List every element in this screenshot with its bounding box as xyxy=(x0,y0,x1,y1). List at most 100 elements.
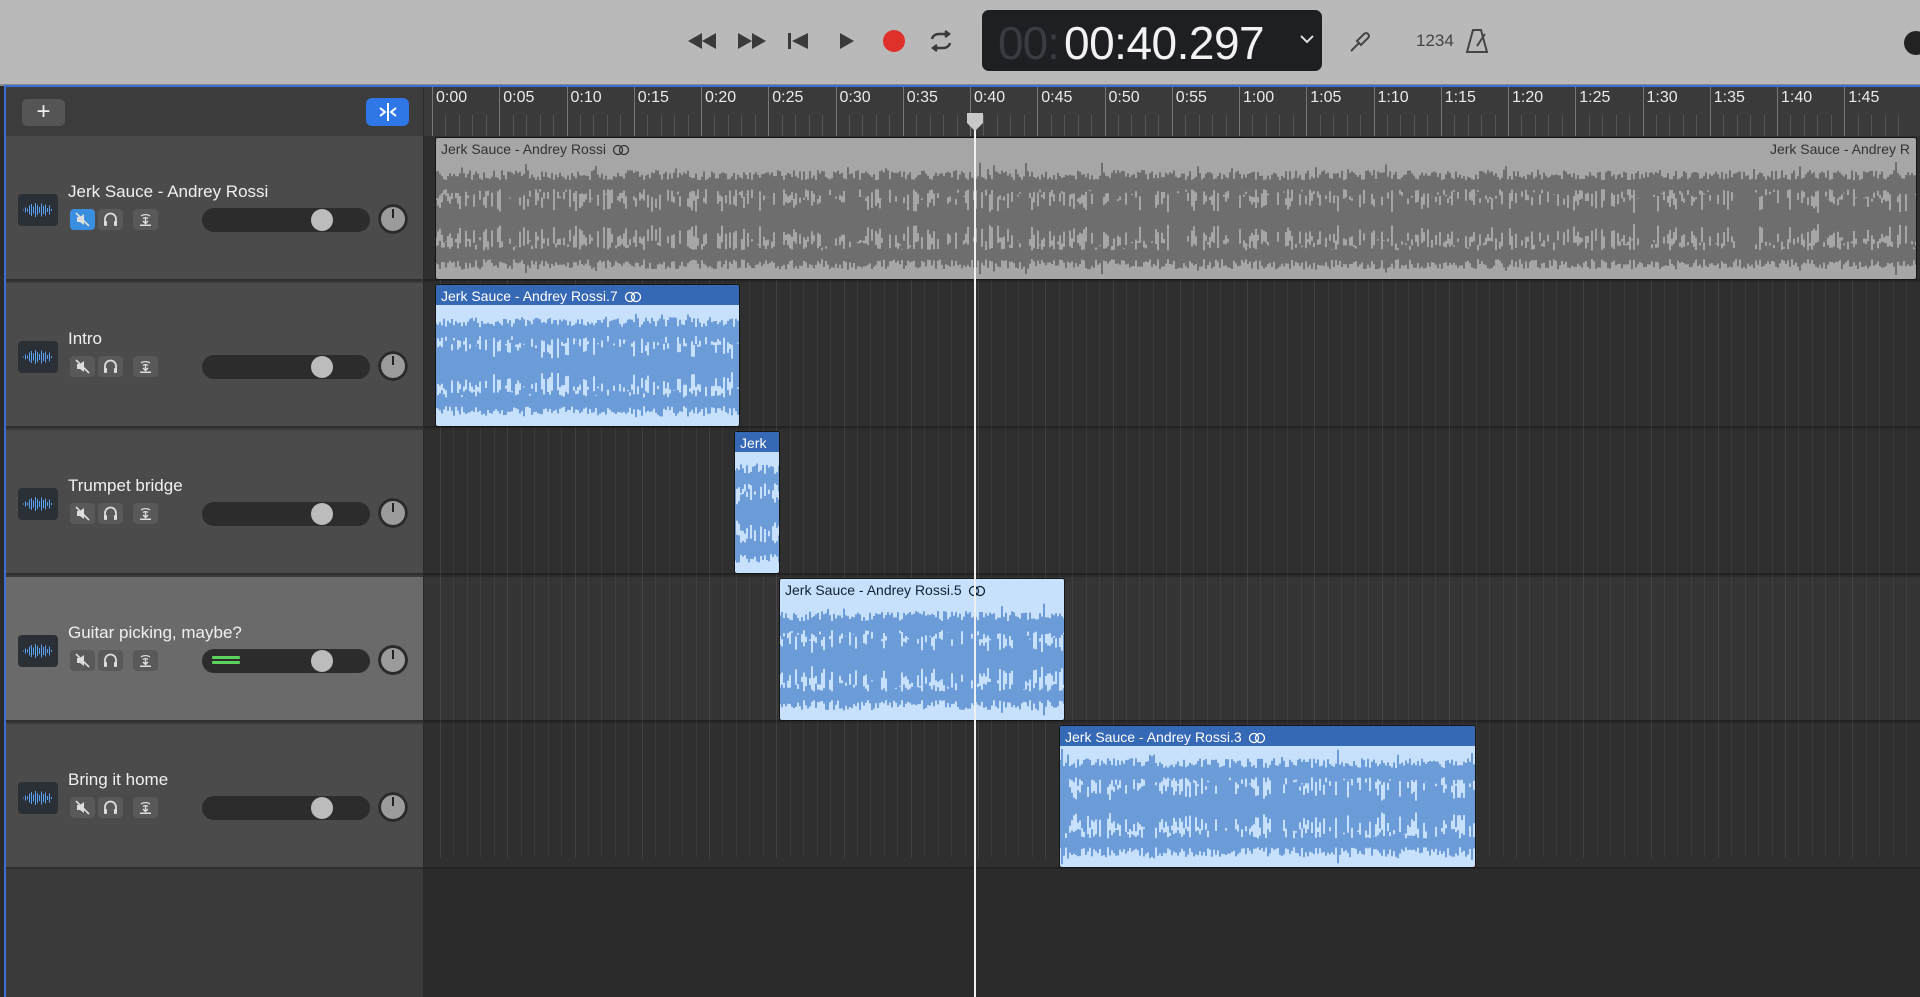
ruler-minor-tick xyxy=(1481,115,1483,136)
solo-button[interactable] xyxy=(98,356,123,377)
ruler-tick xyxy=(902,87,904,136)
input-monitor-button[interactable] xyxy=(133,650,158,671)
track-name[interactable]: Bring it home xyxy=(68,770,168,790)
ruler-minor-tick xyxy=(795,115,797,136)
pan-knob[interactable] xyxy=(378,204,408,234)
solo-button[interactable] xyxy=(98,503,123,524)
track-icon[interactable] xyxy=(18,341,58,373)
ruler-minor-tick xyxy=(1857,115,1859,136)
loop-icon xyxy=(624,292,641,303)
track-name[interactable]: Intro xyxy=(68,329,102,349)
track-header[interactable]: Jerk Sauce - Andrey Rossi xyxy=(6,136,423,281)
input-monitor-button[interactable] xyxy=(133,797,158,818)
audio-region[interactable]: Jerk Sauce - Andrey Rossi Jerk Sauce - An… xyxy=(435,137,1917,280)
volume-slider[interactable] xyxy=(202,355,370,379)
ruler-minor-tick xyxy=(1884,115,1886,136)
fast-forward-button[interactable] xyxy=(735,26,769,56)
pan-knob[interactable] xyxy=(378,645,408,675)
ruler-minor-tick xyxy=(1750,115,1752,136)
track-header[interactable]: Guitar picking, maybe? xyxy=(6,577,423,722)
track-lane[interactable] xyxy=(424,430,1920,575)
audio-region[interactable]: Jerk Sauce - Andrey Rossi.3 xyxy=(1059,725,1476,868)
solo-button[interactable] xyxy=(98,650,123,671)
pan-knob[interactable] xyxy=(378,498,408,528)
pan-knob[interactable] xyxy=(378,792,408,822)
track-name[interactable]: Jerk Sauce - Andrey Rossi xyxy=(68,182,268,202)
volume-slider-handle[interactable] xyxy=(311,503,333,525)
input-monitor-button[interactable] xyxy=(133,503,158,524)
tuner-button[interactable] xyxy=(1342,26,1376,56)
record-icon xyxy=(883,30,905,52)
fast-forward-icon xyxy=(738,33,766,49)
ruler-minor-tick xyxy=(687,115,689,136)
mute-button[interactable] xyxy=(70,356,95,377)
audio-region[interactable]: Jerk Sauce - Andrey Rossi.7 xyxy=(435,284,740,427)
ruler-minor-tick xyxy=(1588,115,1590,136)
ruler-minor-tick xyxy=(1790,115,1792,136)
ruler-tick-label: 0:00 xyxy=(436,89,468,106)
ruler-minor-tick xyxy=(674,115,676,136)
chevron-down-icon[interactable] xyxy=(1298,30,1316,48)
volume-slider[interactable] xyxy=(202,502,370,526)
ruler-tick xyxy=(432,87,433,136)
volume-slider-handle[interactable] xyxy=(311,797,333,819)
ruler-tick-label: 1:20 xyxy=(1512,89,1544,106)
input-monitor-button[interactable] xyxy=(133,209,158,230)
pan-knob[interactable] xyxy=(378,351,408,381)
ruler-minor-tick xyxy=(1333,115,1335,136)
audio-region[interactable]: Jerk Sauce - Andrey Rossi.5 xyxy=(779,578,1065,721)
mute-button[interactable] xyxy=(70,503,95,524)
ruler-minor-tick xyxy=(1682,115,1684,136)
volume-slider[interactable] xyxy=(202,796,370,820)
record-button[interactable] xyxy=(877,26,911,56)
ruler-tick xyxy=(701,87,702,136)
input-monitor-button[interactable] xyxy=(133,356,158,377)
region-title: Jerk xyxy=(740,435,767,451)
track-name[interactable]: Guitar picking, maybe? xyxy=(68,623,242,643)
playhead-handle-icon[interactable] xyxy=(965,112,985,132)
track-icon[interactable] xyxy=(18,488,58,520)
mute-button[interactable] xyxy=(70,797,95,818)
count-in-button[interactable]: 1234 xyxy=(1416,31,1454,51)
solo-button[interactable] xyxy=(98,797,123,818)
volume-slider-handle[interactable] xyxy=(311,650,333,672)
add-track-button[interactable]: + xyxy=(22,99,65,126)
metronome-button[interactable] xyxy=(1460,26,1494,56)
ruler-minor-tick xyxy=(579,115,581,136)
volume-slider[interactable] xyxy=(202,208,370,232)
track-icon[interactable] xyxy=(18,635,58,667)
rewind-button[interactable] xyxy=(685,26,719,56)
mute-button[interactable] xyxy=(70,209,95,230)
playhead-line[interactable] xyxy=(974,118,976,997)
solo-button[interactable] xyxy=(98,209,123,230)
track-header[interactable]: Bring it home xyxy=(6,724,423,869)
track-icon[interactable] xyxy=(18,782,58,814)
ruler-tick xyxy=(1037,87,1039,136)
track-lane[interactable] xyxy=(424,577,1920,722)
track-header[interactable]: Intro xyxy=(6,283,423,428)
track-header[interactable]: Trumpet bridge xyxy=(6,430,423,575)
library-button[interactable] xyxy=(1904,31,1920,55)
waveform xyxy=(735,463,779,563)
audio-region[interactable]: Jerk xyxy=(734,431,780,574)
ruler-tick xyxy=(1171,87,1173,136)
catch-playhead-button[interactable] xyxy=(366,98,409,126)
ruler-minor-tick xyxy=(1252,115,1254,136)
go-to-beginning-button[interactable] xyxy=(781,26,815,56)
ruler-minor-tick xyxy=(1279,115,1281,136)
ruler-tick-label: 0:15 xyxy=(637,89,669,106)
mute-button[interactable] xyxy=(70,650,95,671)
volume-slider-handle[interactable] xyxy=(311,209,333,231)
ruler-tick-label: 1:45 xyxy=(1848,89,1880,106)
play-button[interactable] xyxy=(829,26,863,56)
timeline-ruler[interactable]: 0:00 0:05 0:10 0:15 0:20 0:25 0:30 0:35 0:40 0:45… xyxy=(424,87,1920,137)
cycle-button[interactable] xyxy=(924,26,958,56)
ruler-minor-tick xyxy=(620,115,622,136)
volume-slider[interactable] xyxy=(202,649,370,673)
ruler-tick xyxy=(1104,87,1106,136)
track-name[interactable]: Trumpet bridge xyxy=(68,476,183,496)
track-icon[interactable] xyxy=(18,194,58,226)
time-display[interactable]: 00: 00:40.297 xyxy=(982,10,1322,71)
ruler-tick xyxy=(1508,87,1509,136)
volume-slider-handle[interactable] xyxy=(311,356,333,378)
